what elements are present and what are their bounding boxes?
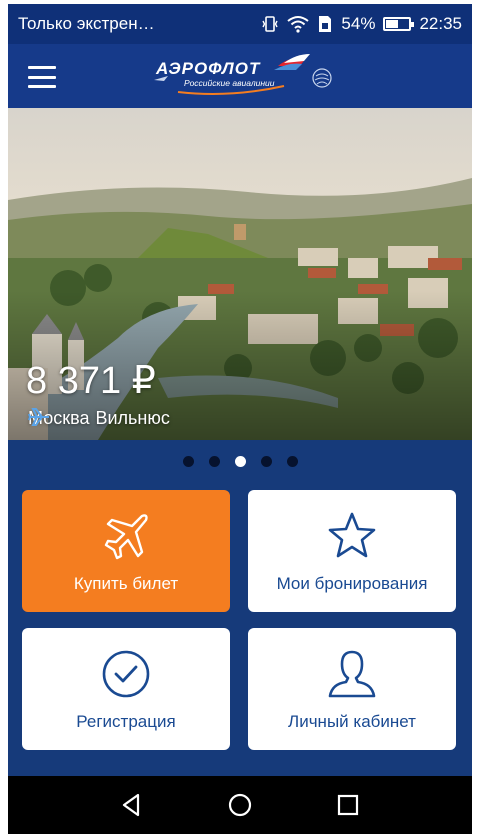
skyteam-icon (312, 68, 332, 88)
sim-icon (319, 16, 332, 32)
checkin-button[interactable]: Регистрация (22, 628, 230, 750)
menu-line (28, 75, 56, 79)
logo-wordmark: АЭРОФЛОТ (155, 59, 261, 78)
promo-route: Москва Вильнюс (28, 408, 170, 429)
personal-account-button[interactable]: Личный кабинет (248, 628, 456, 750)
menu-line (28, 85, 56, 88)
app-bar: АЭРОФЛОТ Российские авиалинии (8, 44, 472, 108)
battery-icon (383, 17, 415, 31)
carousel-dot[interactable] (208, 456, 220, 467)
person-icon (328, 650, 376, 698)
route-destination: Вильнюс (95, 408, 170, 428)
carousel-dot[interactable] (260, 456, 272, 467)
home-icon[interactable] (226, 791, 254, 819)
aeroflot-logo: АЭРОФЛОТ Российские авиалинии (154, 54, 332, 95)
recents-icon[interactable] (334, 791, 362, 819)
hamburger-menu-button[interactable] (22, 62, 62, 92)
back-icon[interactable] (118, 791, 146, 819)
clock: 22:35 (419, 14, 462, 33)
promo-price: 8 371 ₽ (26, 360, 156, 402)
app-screen: Только экстрен… 54% 22:35 АЭРОФЛОТ Росси… (8, 4, 472, 834)
status-bar: Только экстрен… 54% 22:35 (8, 4, 472, 44)
buy-ticket-label: Купить билет (73, 574, 179, 593)
my-bookings-label: Мои бронирования (276, 574, 428, 593)
buy-ticket-button[interactable]: Купить билет (22, 490, 230, 612)
carousel-dot-active[interactable] (234, 456, 246, 467)
logo-flag-white (284, 54, 310, 63)
wifi-icon (287, 16, 310, 33)
checkin-label: Регистрация (76, 712, 176, 731)
logo-subtitle: Российские авиалинии (184, 78, 275, 88)
android-nav-bar (8, 776, 472, 834)
vibrate-icon (262, 16, 279, 32)
logo-flag-blue (274, 63, 302, 70)
carrier-status-text: Только экстрен… (18, 14, 155, 33)
star-icon (328, 512, 376, 558)
plane-icon (104, 514, 148, 560)
my-bookings-button[interactable]: Мои бронирования (248, 490, 456, 612)
battery-level-fill (386, 20, 399, 28)
carousel-dot[interactable] (286, 456, 298, 467)
menu-line (28, 66, 56, 69)
carousel-dots (8, 456, 472, 467)
personal-account-label: Личный кабинет (288, 712, 416, 731)
checkmark-icon (102, 650, 150, 698)
battery-percent: 54% (341, 14, 376, 33)
phone-frame: Только экстрен… 54% 22:35 АЭРОФЛОТ Росси… (0, 0, 478, 838)
route-plane-icon (28, 408, 49, 426)
promo-banner[interactable]: 8 371 ₽ Москва Вильнюс (8, 108, 472, 440)
carousel-dot[interactable] (182, 456, 194, 467)
